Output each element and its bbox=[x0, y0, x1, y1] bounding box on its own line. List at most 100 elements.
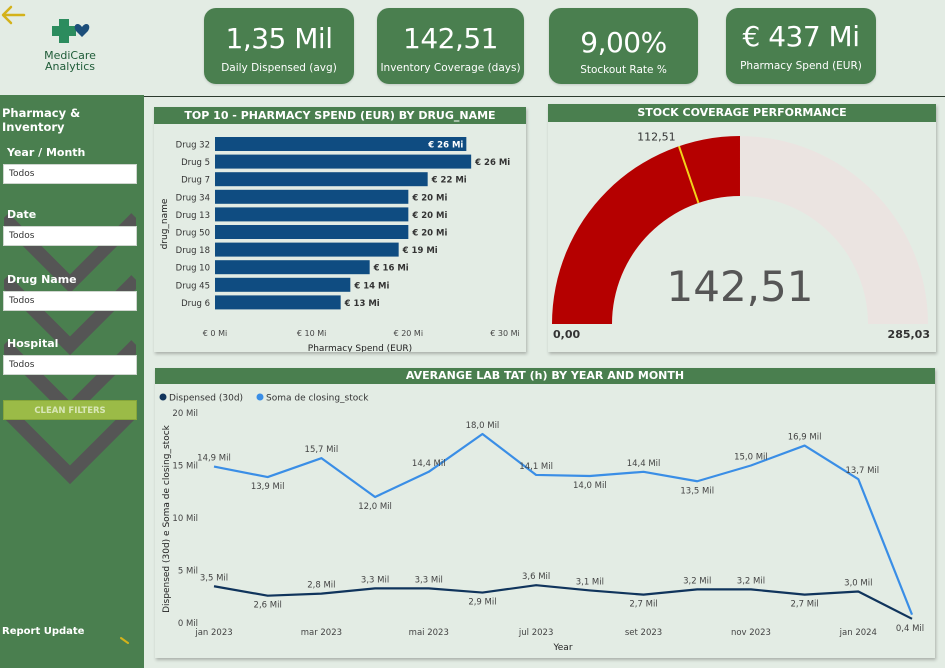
bar-chart-panel: TOP 10 - PHARMACY SPEND (EUR) BY DRUG_NA… bbox=[154, 107, 526, 352]
date-dropdown[interactable]: Todos bbox=[0, 226, 141, 356]
x-tick-label: € 20 Mi bbox=[394, 329, 423, 338]
x-tick-label: set 2023 bbox=[625, 628, 662, 638]
kpi-label: Daily Dispensed (avg) bbox=[221, 62, 337, 74]
data-label: 13,7 Mil bbox=[845, 466, 879, 476]
logo-line-2: Analytics bbox=[45, 60, 95, 73]
filter-label-year-month: Year / Month bbox=[7, 146, 86, 159]
date-dropdown-value: Todos bbox=[9, 231, 35, 241]
x-tick-label: mar 2023 bbox=[301, 628, 342, 638]
category-label: Drug 6 bbox=[181, 299, 210, 309]
filter-label-drug-name: Drug Name bbox=[7, 273, 77, 286]
data-label: 12,0 Mil bbox=[358, 502, 392, 512]
clean-filters-button[interactable]: CLEAN FILTERS bbox=[3, 400, 137, 420]
kpi-label: Inventory Coverage (days) bbox=[380, 62, 521, 74]
x-tick-label: € 0 Mi bbox=[203, 329, 227, 338]
data-label: 18,0 Mil bbox=[466, 421, 500, 431]
data-label: 13,9 Mil bbox=[251, 482, 285, 492]
data-label: 3,2 Mil bbox=[737, 576, 765, 586]
y-axis-label: drug_name bbox=[160, 198, 170, 249]
medical-cross-heart-icon bbox=[52, 19, 90, 43]
bar bbox=[215, 295, 341, 310]
data-label: € 20 Mi bbox=[411, 211, 447, 221]
data-label: 13,5 Mil bbox=[680, 486, 714, 496]
y-tick-label: 20 Mil bbox=[172, 409, 198, 419]
x-tick-label: € 10 Mi bbox=[297, 329, 326, 338]
legend-label: Dispensed (30d) bbox=[169, 394, 243, 404]
data-label: 0,4 Mil bbox=[896, 624, 924, 634]
data-label: 3,0 Mil bbox=[844, 579, 872, 589]
x-axis-label: Year bbox=[552, 643, 572, 653]
kpi-value: € 437 Mi bbox=[742, 20, 861, 53]
line-chart: Dispensed (30d) Soma de closing_stock0 Mi… bbox=[159, 393, 924, 653]
gauge-title: STOCK COVERAGE PERFORMANCE bbox=[548, 104, 936, 122]
data-label: 14,1 Mil bbox=[519, 462, 553, 472]
category-label: Drug 34 bbox=[176, 193, 210, 203]
data-label: 15,7 Mil bbox=[305, 445, 339, 455]
filter-label-hospital: Hospital bbox=[7, 337, 59, 350]
category-label: Drug 13 bbox=[176, 211, 210, 221]
data-label: 14,4 Mil bbox=[627, 459, 661, 469]
chevron-down-icon bbox=[0, 404, 141, 485]
data-label: € 22 Mi bbox=[431, 176, 467, 186]
sidebar: MediCare Analytics Pharmacy & Inventory … bbox=[0, 0, 144, 668]
x-tick-label: jan 2023 bbox=[194, 628, 232, 638]
year-month-dropdown-value: Todos bbox=[9, 169, 35, 179]
x-tick-label: mai 2023 bbox=[409, 628, 449, 638]
kpi-value: 142,51 bbox=[403, 22, 498, 55]
category-label: Drug 18 bbox=[176, 246, 210, 256]
bar-chart: Drug 32 € 26 Mi Drug 5 € 26 Mi Drug 7 € 22 Mi… bbox=[160, 137, 520, 352]
bar bbox=[215, 172, 428, 187]
gauge-chart: 112,51 0,00 285,03 142,51 bbox=[552, 130, 930, 341]
data-label: 14,9 Mil bbox=[197, 454, 231, 464]
data-label: € 26 Mi bbox=[427, 141, 463, 151]
legend-marker bbox=[256, 393, 264, 401]
y-tick-label: 15 Mil bbox=[172, 462, 198, 472]
hospital-dropdown-value: Todos bbox=[9, 360, 35, 370]
data-label: 14,4 Mil bbox=[412, 459, 446, 469]
data-label: 2,9 Mil bbox=[468, 598, 496, 608]
kpi-pharmacy-spend: € 437 Mi Pharmacy Spend (EUR) bbox=[726, 8, 876, 84]
data-label: 16,9 Mil bbox=[788, 433, 822, 443]
data-label: 3,6 Mil bbox=[522, 572, 550, 582]
category-label: Drug 7 bbox=[181, 176, 210, 186]
gauge-max-label: 285,03 bbox=[888, 328, 930, 341]
bar bbox=[215, 207, 409, 222]
data-label: 2,7 Mil bbox=[629, 600, 657, 610]
data-label: 15,0 Mil bbox=[734, 453, 768, 463]
category-label: Drug 45 bbox=[176, 281, 210, 291]
drug-name-dropdown[interactable]: Todos bbox=[0, 291, 141, 421]
data-label: € 20 Mi bbox=[411, 229, 447, 239]
line-chart-panel: AVERANGE LAB TAT (h) BY YEAR AND MONTH D… bbox=[155, 368, 935, 658]
year-month-dropdown[interactable]: Todos bbox=[0, 164, 141, 294]
bar bbox=[215, 277, 351, 292]
x-tick-label: jul 2023 bbox=[518, 628, 553, 638]
y-tick-label: 5 Mil bbox=[178, 567, 198, 577]
back-arrow-icon[interactable] bbox=[0, 4, 26, 26]
filters-title: Pharmacy & Inventory bbox=[2, 106, 81, 134]
category-label: Drug 50 bbox=[176, 229, 210, 239]
kpi-label: Stockout Rate % bbox=[580, 64, 667, 76]
data-label: 3,2 Mil bbox=[683, 576, 711, 586]
x-tick-label: nov 2023 bbox=[731, 628, 771, 638]
kpi-label: Pharmacy Spend (EUR) bbox=[740, 60, 862, 72]
bar bbox=[215, 242, 399, 257]
drug-name-dropdown-value: Todos bbox=[9, 296, 35, 306]
data-label: 3,1 Mil bbox=[576, 577, 604, 587]
data-label: 14,0 Mil bbox=[573, 481, 607, 491]
data-label: 3,3 Mil bbox=[361, 575, 389, 585]
bar bbox=[215, 154, 472, 169]
hospital-dropdown[interactable]: Todos bbox=[0, 355, 141, 485]
y-tick-label: 10 Mil bbox=[172, 514, 198, 524]
forward-arrow-icon[interactable] bbox=[118, 636, 136, 650]
gauge-min-label: 0,00 bbox=[553, 328, 580, 341]
gauge-panel: STOCK COVERAGE PERFORMANCE 112,51 0,00 285… bbox=[548, 104, 936, 352]
category-label: Drug 5 bbox=[181, 158, 210, 168]
x-axis-label: Pharmacy Spend (EUR) bbox=[308, 344, 412, 352]
data-label: € 20 Mi bbox=[411, 193, 447, 203]
report-update-label: Report Update bbox=[2, 626, 85, 637]
y-axis-label: Dispensed (30d) e Soma de closing_stock bbox=[162, 424, 172, 613]
data-label: € 14 Mi bbox=[353, 281, 389, 291]
bar bbox=[215, 260, 370, 275]
bar bbox=[215, 225, 409, 239]
data-label: 3,3 Mil bbox=[415, 575, 443, 585]
